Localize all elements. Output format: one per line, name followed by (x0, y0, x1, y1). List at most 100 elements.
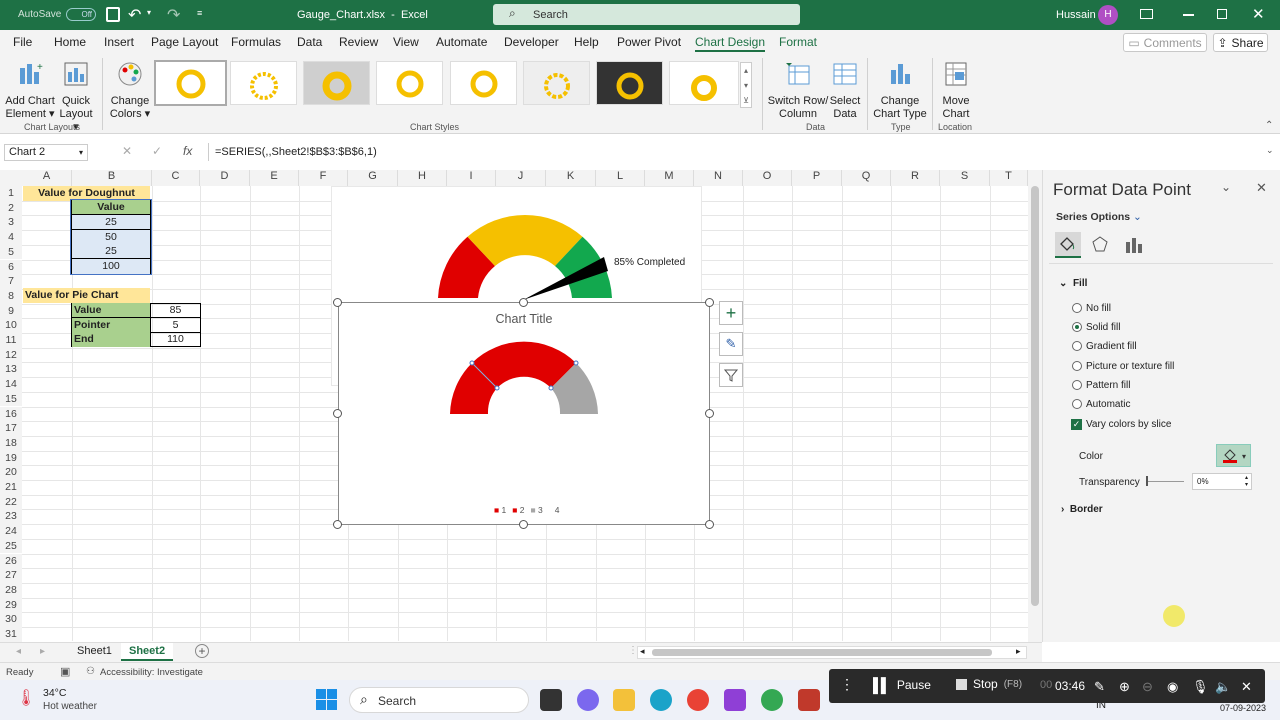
zoom-out-icon[interactable]: ⊖ (1142, 679, 1153, 695)
row-header[interactable]: 25 (0, 538, 22, 554)
file-explorer-icon[interactable] (613, 689, 635, 711)
chart-style-2[interactable] (230, 61, 297, 105)
row-header[interactable]: 28 (0, 582, 22, 598)
picture-fill-radio[interactable] (1072, 361, 1082, 371)
row-header[interactable]: 3 (0, 215, 22, 231)
redo-icon[interactable]: ↷ (167, 5, 180, 25)
edge-icon[interactable] (650, 689, 672, 711)
name-box[interactable]: Chart 2 ▾ (4, 144, 88, 161)
chart-style-8[interactable] (669, 61, 739, 105)
chart-style-4[interactable] (376, 61, 443, 105)
pie-header[interactable]: Value for Pie Chart (23, 288, 150, 303)
webcam-icon[interactable]: ◉ (1167, 679, 1178, 695)
row-header[interactable]: 26 (0, 553, 22, 569)
app-icon[interactable] (798, 689, 820, 711)
solid-fill-radio[interactable] (1072, 322, 1082, 332)
column-header[interactable]: R (891, 170, 940, 186)
table-cell[interactable]: End (72, 332, 151, 347)
sheet-tab-sheet2[interactable]: Sheet2 (121, 643, 174, 661)
column-header[interactable]: F (299, 170, 348, 186)
column-header[interactable]: T (990, 170, 1028, 186)
gradient-fill-radio[interactable] (1072, 341, 1082, 351)
resize-handle[interactable] (519, 520, 528, 529)
chevron-down-icon[interactable]: ⌄ (1221, 180, 1231, 194)
vary-colors-label[interactable]: Vary colors by slice (1086, 419, 1171, 430)
save-icon[interactable] (106, 7, 120, 22)
column-header[interactable]: C (152, 170, 200, 186)
switch-row-column-button[interactable]: Switch Row/Column (766, 60, 830, 121)
tab-view[interactable]: View (393, 35, 419, 49)
tab-review[interactable]: Review (339, 35, 378, 49)
pattern-fill-label[interactable]: Pattern fill (1086, 380, 1130, 391)
chrome-profile-icon[interactable] (761, 689, 783, 711)
tab-home[interactable]: Home (54, 35, 86, 49)
column-header[interactable]: B (72, 170, 152, 186)
tab-data[interactable]: Data (297, 35, 322, 49)
column-header[interactable]: H (398, 170, 447, 186)
row-header[interactable]: 10 (0, 318, 22, 333)
accessibility-status[interactable]: Accessibility: Investigate (100, 667, 203, 678)
column-header[interactable]: N (694, 170, 743, 186)
chart-style-5[interactable] (450, 61, 517, 105)
scroll-right-icon[interactable]: ▸ (1016, 646, 1021, 657)
column-header[interactable]: M (645, 170, 694, 186)
fill-section[interactable]: ⌄ Fill (1059, 278, 1087, 289)
column-header[interactable]: A (22, 170, 72, 186)
share-button[interactable]: ⇪ Share (1213, 33, 1268, 52)
chrome-icon[interactable] (687, 689, 709, 711)
column-header[interactable]: J (496, 170, 546, 186)
resize-handle[interactable] (519, 298, 528, 307)
automatic-fill-radio[interactable] (1072, 399, 1082, 409)
row-header[interactable]: 20 (0, 465, 22, 480)
undo-dropdown-icon[interactable]: ▾ (147, 8, 151, 17)
chart-elements-button[interactable]: + (719, 301, 743, 325)
app-icon[interactable] (724, 689, 746, 711)
row-header[interactable]: 16 (0, 406, 22, 422)
expand-formula-icon[interactable]: ⌄ (1266, 145, 1274, 156)
row-header[interactable]: 2 (0, 200, 22, 216)
pen-icon[interactable]: ✎ (1094, 679, 1105, 695)
solid-fill-label[interactable]: Solid fill (1086, 322, 1120, 333)
prev-sheet-icon[interactable]: ◂ (16, 646, 21, 657)
transparency-input[interactable]: 0% ▴ ▾ (1192, 473, 1252, 490)
close-icon[interactable]: ✕ (1252, 5, 1265, 23)
table-cell[interactable]: Value (72, 303, 151, 318)
row-header[interactable]: 24 (0, 524, 22, 539)
tab-chart-design[interactable]: Chart Design (695, 35, 766, 52)
resize-handle[interactable] (333, 520, 342, 529)
row-header[interactable]: 18 (0, 435, 22, 451)
tab-formulas[interactable]: Formulas (231, 35, 281, 49)
drag-handle-icon[interactable]: ⋮ (840, 676, 854, 693)
table-cell[interactable]: 5 (151, 318, 200, 333)
row-header[interactable]: 22 (0, 494, 22, 510)
row-header[interactable]: 8 (0, 288, 22, 304)
row-header[interactable]: 13 (0, 362, 22, 378)
date[interactable]: 07-09-2023 (1220, 703, 1266, 713)
minimize-icon[interactable] (1183, 14, 1194, 16)
gallery-scroll[interactable]: ▴ ▾ ⊻ (740, 62, 752, 108)
row-header[interactable]: 11 (0, 333, 22, 348)
table-cell[interactable]: 110 (151, 332, 200, 347)
microphone-icon[interactable]: 🎙 (1192, 679, 1209, 695)
pattern-fill-radio[interactable] (1072, 380, 1082, 390)
no-fill-label[interactable]: No fill (1086, 303, 1111, 314)
automatic-fill-label[interactable]: Automatic (1086, 399, 1130, 410)
task-view-icon[interactable] (540, 689, 562, 711)
column-header[interactable]: S (940, 170, 990, 186)
vertical-scrollbar[interactable] (1028, 170, 1042, 642)
chart-filters-button[interactable] (719, 363, 743, 387)
tab-insert[interactable]: Insert (104, 35, 134, 49)
row-header[interactable]: 17 (0, 421, 22, 436)
table-cell[interactable]: 85 (151, 303, 200, 318)
row-header[interactable]: 31 (0, 627, 22, 642)
row-header[interactable]: 19 (0, 450, 22, 466)
vary-colors-checkbox[interactable]: ✓ (1071, 419, 1082, 430)
row-header[interactable]: 4 (0, 230, 22, 245)
no-fill-radio[interactable] (1072, 303, 1082, 313)
weather-icon[interactable]: 🌡 (16, 688, 36, 708)
picture-fill-label[interactable]: Picture or texture fill (1086, 361, 1174, 372)
pause-button[interactable]: ▌▌ Pause (873, 677, 931, 693)
tab-automate[interactable]: Automate (436, 35, 487, 49)
chat-icon[interactable] (577, 689, 599, 711)
comments-button[interactable]: ▭ Comments (1123, 33, 1207, 52)
